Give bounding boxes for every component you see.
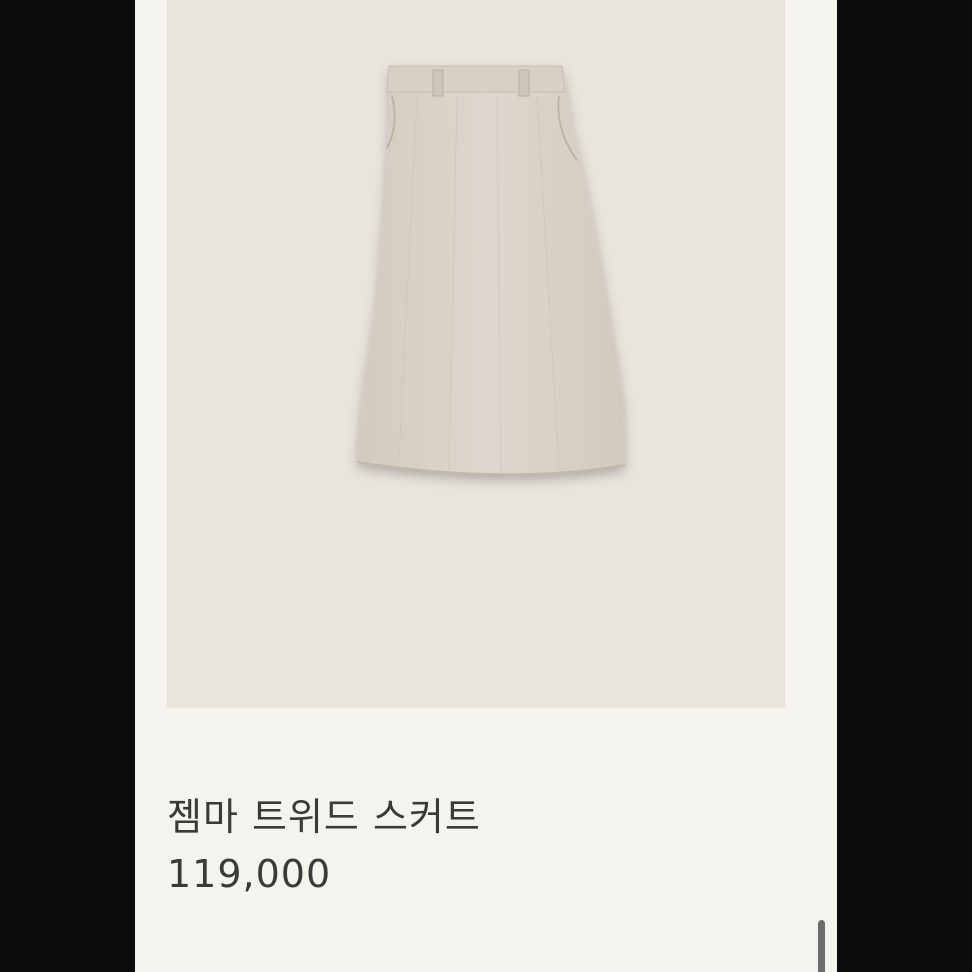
product-card[interactable]: 젬마 트위드 스커트 119,000 [135,0,837,972]
app-frame: 젬마 트위드 스커트 119,000 [0,0,972,972]
product-name[interactable]: 젬마 트위드 스커트 [167,786,481,841]
scrollbar-thumb[interactable] [818,920,825,972]
product-screen: 젬마 트위드 스커트 119,000 [135,0,837,972]
skirt-shape [357,66,625,475]
product-image[interactable] [167,0,785,708]
skirt-product-photo [356,65,626,476]
product-price: 119,000 [167,852,332,896]
